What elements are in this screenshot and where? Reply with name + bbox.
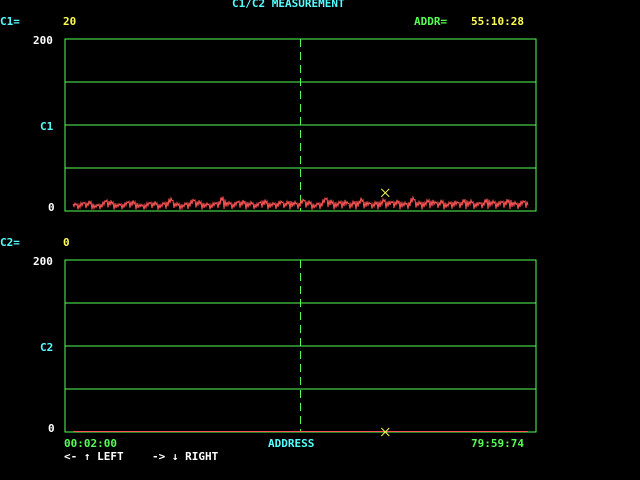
c1-y-max-label: 200 [33,34,53,47]
addr-value: 55:10:28 [471,15,524,28]
nav-right-hint[interactable]: -> ↓ RIGHT [152,451,218,463]
nav-left-hint[interactable]: <- ↑ LEFT [64,451,124,463]
c2-readout-value: 0 [63,236,70,249]
c1-readout-label: C1= [0,15,20,28]
c2-y-min-label: 0 [48,422,55,435]
screen-title: C1/C2 MEASUREMENT [232,0,345,10]
c1-readout-value: 20 [63,15,77,28]
c1-y-min-label: 0 [48,201,55,214]
x-end-address: 79:59:74 [471,437,524,450]
c1-axis-name: C1 [40,120,54,133]
c2-plot [64,259,537,437]
x-start-address: 00:02:00 [64,437,117,450]
c2-axis-name: C2 [40,341,54,354]
x-axis-label: ADDRESS [268,437,315,450]
c2-y-max-label: 200 [33,255,53,268]
c1-plot [64,38,537,212]
addr-label: ADDR= [414,15,448,28]
measurement-plots [64,38,537,437]
c2-readout-label: C2= [0,236,20,249]
